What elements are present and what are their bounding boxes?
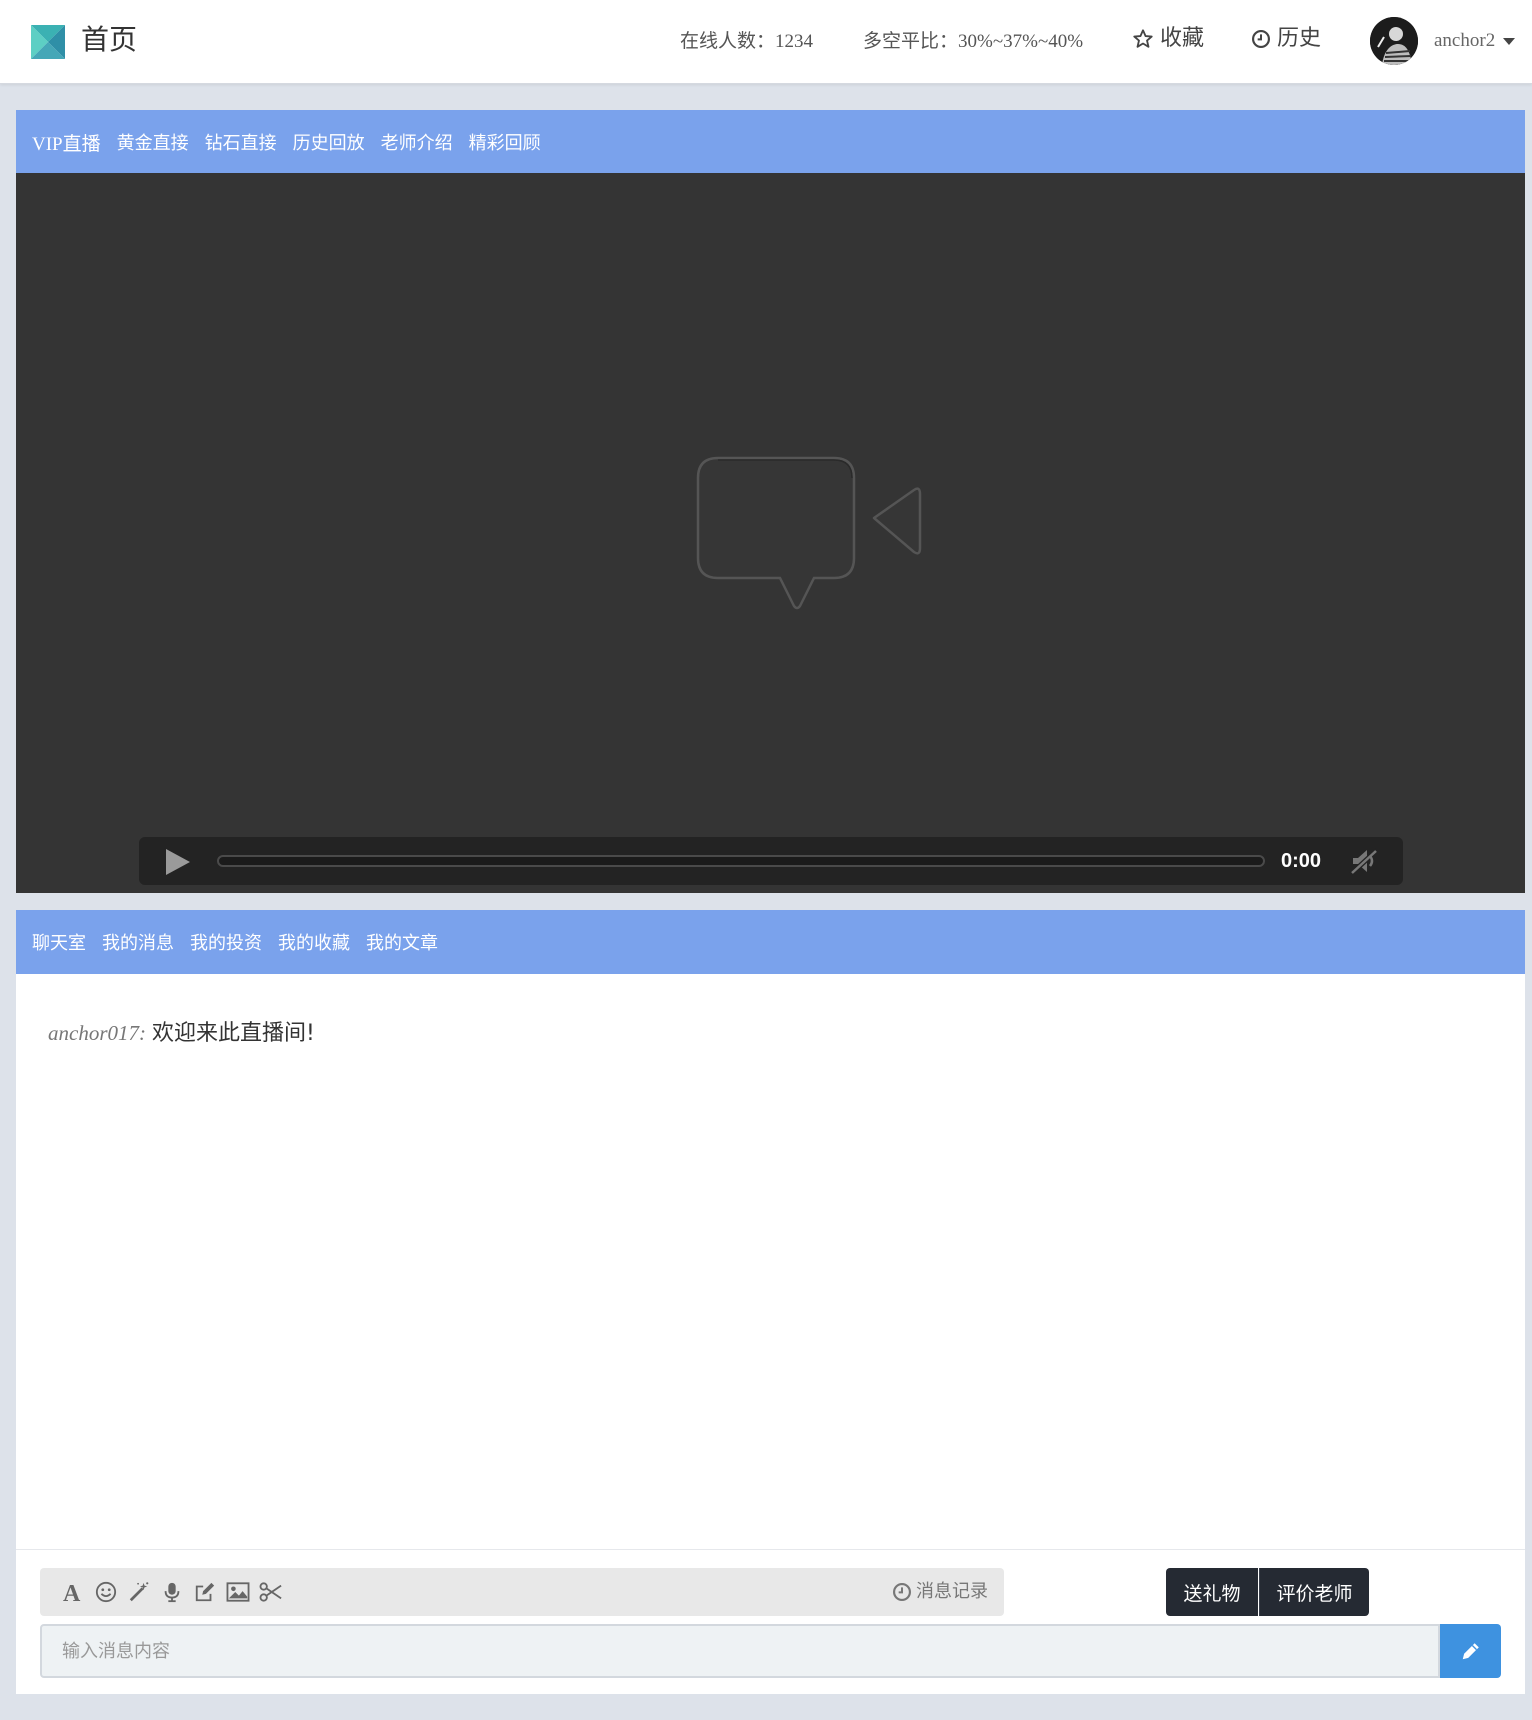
rate-teacher-button[interactable]: 评价老师 (1259, 1568, 1369, 1616)
video-nav: VIP直播 黄金直接 钻石直接 历史回放 老师介绍 精彩回顾 (16, 110, 1525, 174)
tab-diamond-live[interactable]: 钻石直接 (205, 129, 277, 155)
history-label: 历史 (1277, 26, 1322, 51)
message-history-link[interactable]: 消息记录 (892, 1579, 988, 1605)
clock-icon (1252, 30, 1270, 48)
microphone-icon[interactable] (159, 1579, 185, 1605)
online-value: 1234 (775, 31, 814, 52)
grid-logo-icon[interactable] (31, 25, 65, 59)
image-icon[interactable] (225, 1579, 251, 1605)
progress-bar[interactable] (217, 855, 1265, 867)
long-short-ratio: 多空平比：30%~37%~40% (863, 28, 1083, 55)
video-player[interactable]: 0:00 (16, 173, 1525, 893)
edit-icon[interactable] (192, 1579, 218, 1605)
video-camera-icon (696, 456, 922, 610)
favorites-link[interactable]: 收藏 (1132, 24, 1204, 54)
tab-highlights[interactable]: 精彩回顾 (469, 129, 541, 155)
favorites-label: 收藏 (1160, 26, 1205, 51)
tab-chat-room[interactable]: 聊天室 (32, 929, 86, 955)
username-label: anchor2 (1434, 30, 1496, 51)
chat-panel: anchor017: 欢迎来此直播间! A 消息记录 送礼物 评价老师 输入消息… (16, 974, 1525, 1694)
mute-icon[interactable] (1349, 846, 1379, 876)
tab-history-replay[interactable]: 历史回放 (293, 129, 365, 155)
history-link[interactable]: 历史 (1251, 24, 1321, 54)
caret-down-icon (1503, 37, 1516, 45)
tab-my-messages[interactable]: 我的消息 (102, 929, 174, 955)
chat-message: anchor017: 欢迎来此直播间! (48, 1018, 315, 1049)
ratio-label: 多空平比： (863, 30, 959, 52)
send-gift-button[interactable]: 送礼物 (1166, 1568, 1258, 1616)
online-count: 在线人数：1234 (680, 28, 813, 55)
font-icon[interactable]: A (60, 1579, 86, 1605)
tab-vip-live[interactable]: VIP直播 (32, 129, 101, 156)
play-icon[interactable] (163, 848, 191, 876)
pencil-icon (1462, 1643, 1479, 1660)
time-display: 0:00 (1281, 850, 1322, 872)
chat-toolbar: A 消息记录 (40, 1568, 1004, 1616)
divider (16, 1549, 1525, 1550)
chat-nav: 聊天室 我的消息 我的投资 我的收藏 我的文章 (16, 910, 1525, 974)
star-icon (1133, 29, 1153, 48)
message-history-label: 消息记录 (916, 1581, 988, 1602)
tab-gold-live[interactable]: 黄金直接 (117, 129, 189, 155)
tab-my-articles[interactable]: 我的文章 (366, 929, 438, 955)
top-header: 首页 在线人数：1234 多空平比：30%~37%~40% 收藏 历史 anch… (0, 0, 1532, 84)
clock-icon (893, 1583, 911, 1601)
tab-my-favorites[interactable]: 我的收藏 (278, 929, 350, 955)
magic-wand-icon[interactable] (126, 1579, 152, 1605)
message-input[interactable] (40, 1624, 1440, 1678)
page-title[interactable]: 首页 (81, 20, 137, 60)
player-controls: 0:00 (139, 837, 1403, 885)
chat-message-text: 欢迎来此直播间! (152, 1021, 315, 1046)
chat-message-user[interactable]: anchor017: (48, 1018, 146, 1048)
avatar-image (1370, 17, 1418, 65)
online-label: 在线人数： (680, 30, 776, 52)
svg-text:A: A (63, 1581, 81, 1604)
send-button[interactable] (1440, 1624, 1501, 1678)
tab-my-investments[interactable]: 我的投资 (190, 929, 262, 955)
tab-teacher-intro[interactable]: 老师介绍 (381, 129, 453, 155)
scissors-icon[interactable] (258, 1579, 284, 1605)
avatar[interactable] (1370, 17, 1418, 65)
smiley-icon[interactable] (93, 1579, 119, 1605)
user-menu[interactable]: anchor2 (1434, 28, 1516, 54)
ratio-value: 30%~37%~40% (958, 31, 1084, 52)
